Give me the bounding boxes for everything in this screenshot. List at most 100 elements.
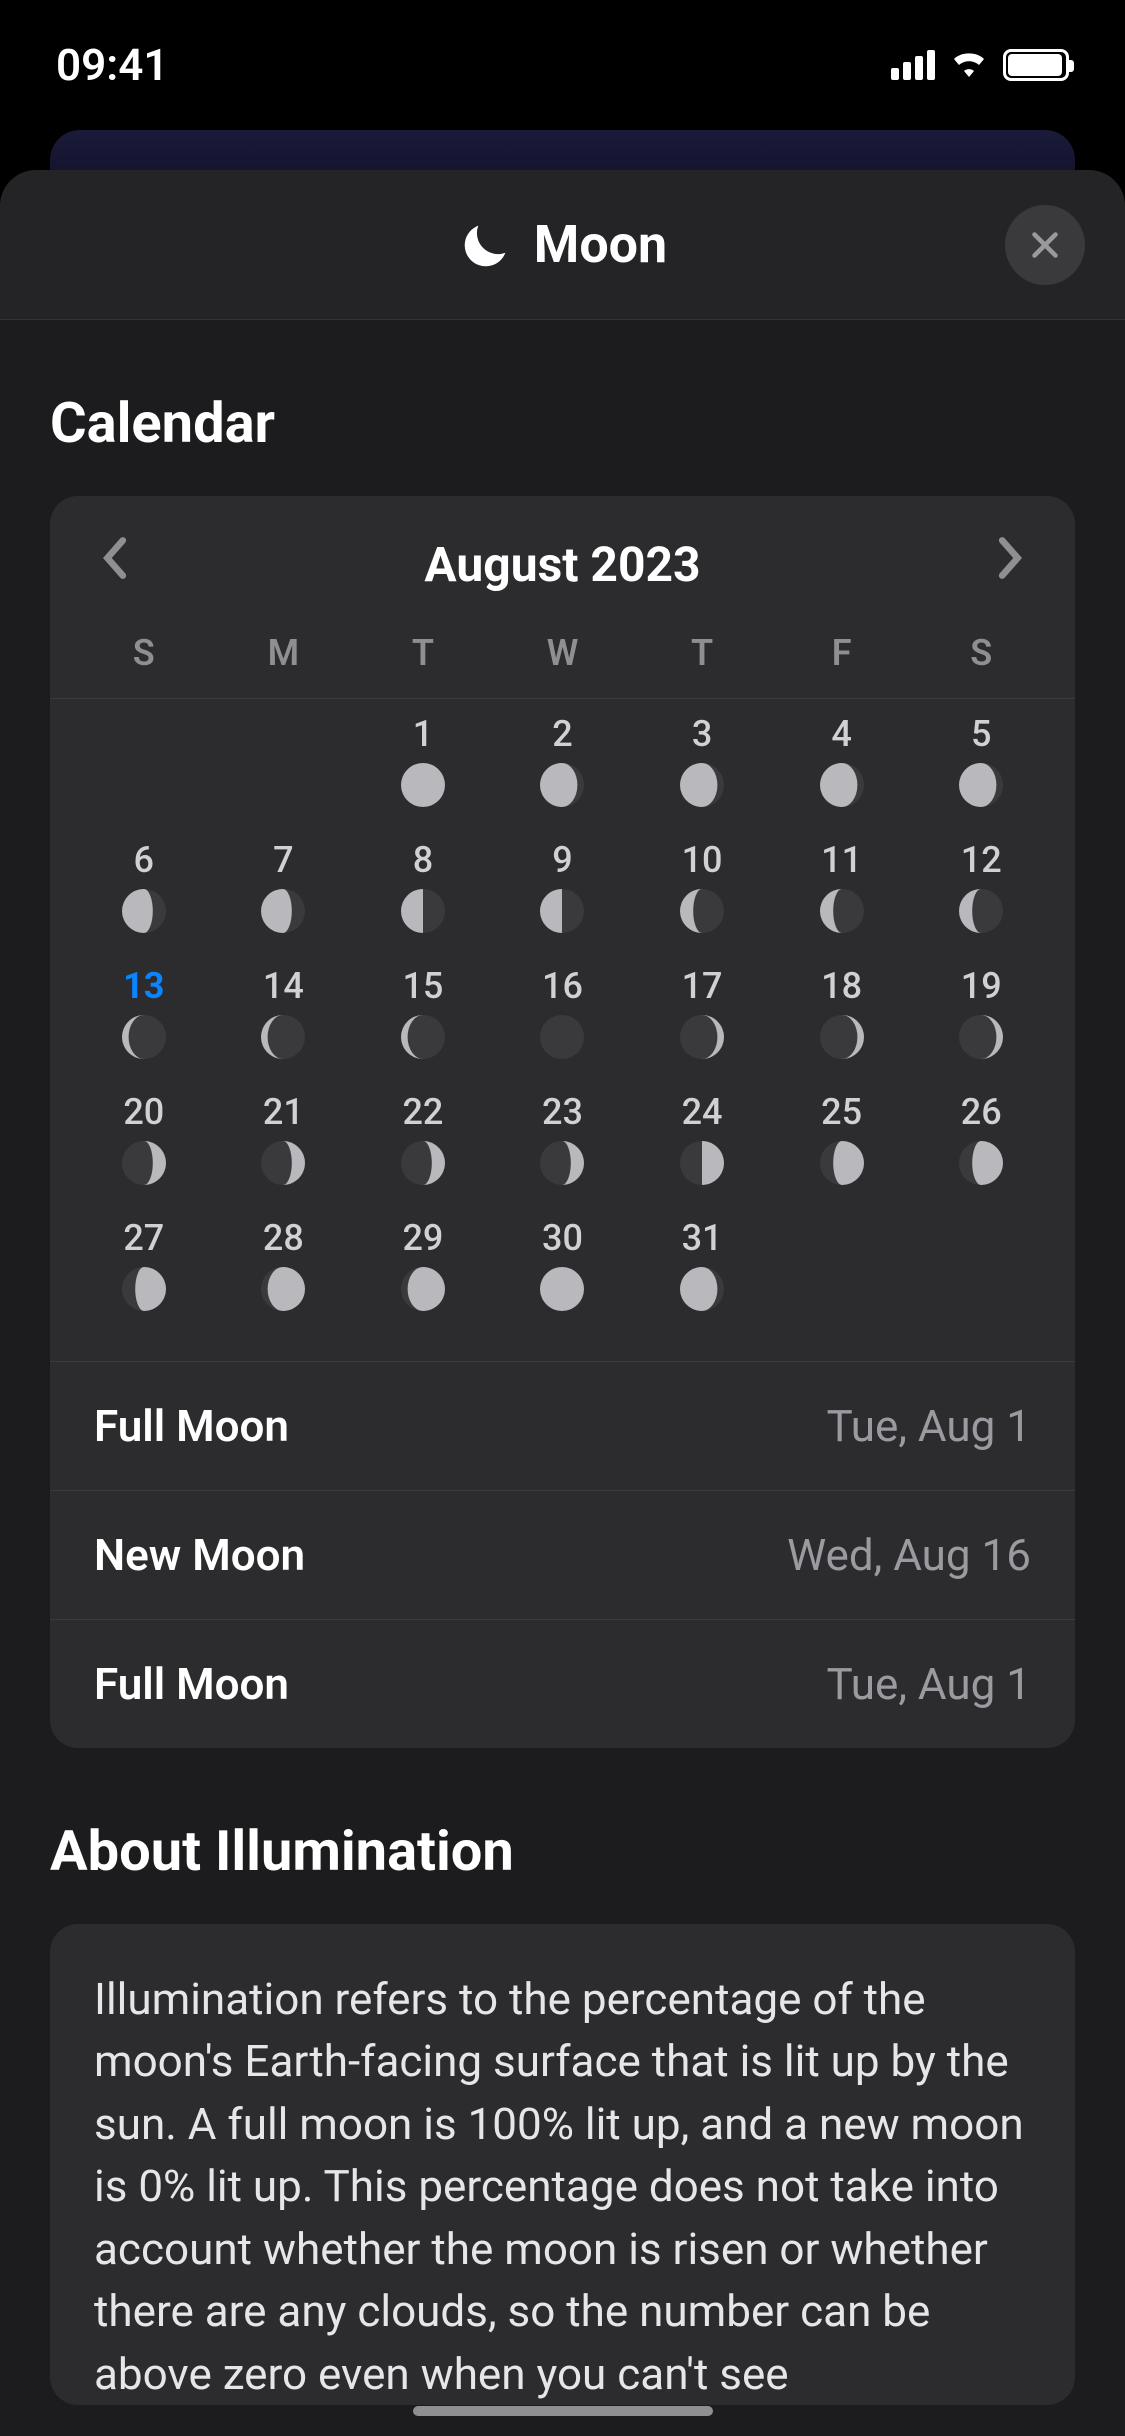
calendar-day[interactable]: 7: [214, 839, 354, 959]
status-bar: 09:41: [0, 0, 1125, 130]
weekday-label: S: [74, 632, 214, 674]
day-number: 3: [692, 713, 712, 755]
calendar-day[interactable]: 9: [493, 839, 633, 959]
calendar-day[interactable]: 26: [911, 1091, 1051, 1211]
moon-phase-icon: [957, 1139, 1005, 1187]
calendar-day[interactable]: 3: [632, 713, 772, 833]
event-label: New Moon: [94, 1529, 305, 1581]
close-icon: [1027, 227, 1063, 263]
moon-phase-icon: [120, 1013, 168, 1061]
moon-phase-icon: [957, 887, 1005, 935]
calendar-day[interactable]: 13: [74, 965, 214, 1085]
moon-phase-icon: [259, 1139, 307, 1187]
moon-phase-icon: [818, 1013, 866, 1061]
day-number: 7: [273, 839, 293, 881]
calendar-day[interactable]: 23: [493, 1091, 633, 1211]
day-number: 6: [134, 839, 154, 881]
calendar-day[interactable]: 10: [632, 839, 772, 959]
moon-sheet: Moon Calendar August 2023 SMTWTFS 12 3: [0, 170, 1125, 2436]
moon-event-row[interactable]: Full Moon Tue, Aug 1: [50, 1619, 1075, 1748]
day-number: 8: [413, 839, 433, 881]
event-label: Full Moon: [94, 1400, 289, 1452]
calendar-day[interactable]: 24: [632, 1091, 772, 1211]
about-card: Illumination refers to the percentage of…: [50, 1924, 1075, 2405]
day-number: 24: [682, 1091, 723, 1133]
calendar-day[interactable]: 12: [911, 839, 1051, 959]
moon-phase-icon: [678, 1139, 726, 1187]
calendar-day[interactable]: 17: [632, 965, 772, 1085]
day-number: 21: [263, 1091, 304, 1133]
moon-phase-icon: [399, 1139, 447, 1187]
calendar-day[interactable]: 25: [772, 1091, 912, 1211]
calendar-day[interactable]: 31: [632, 1217, 772, 1337]
about-section-title: About Illumination: [50, 1818, 1075, 1884]
calendar-day[interactable]: 28: [214, 1217, 354, 1337]
day-number: 19: [961, 965, 1002, 1007]
moon-phase-icon: [259, 887, 307, 935]
moon-event-row[interactable]: Full MoonTue, Aug 1: [50, 1362, 1075, 1490]
calendar-day[interactable]: 20: [74, 1091, 214, 1211]
day-number: 4: [831, 713, 851, 755]
calendar-day[interactable]: 18: [772, 965, 912, 1085]
calendar-day[interactable]: 21: [214, 1091, 354, 1211]
moon-events: Full Moon Tue, Aug 1 New MoonWed, Aug 16 Fu…: [50, 1361, 1075, 1748]
calendar-day[interactable]: 15: [353, 965, 493, 1085]
calendar-day[interactable]: 19: [911, 965, 1051, 1085]
moon-phase-icon: [259, 1265, 307, 1313]
moon-phase-icon: [678, 761, 726, 809]
calendar-card: August 2023 SMTWTFS 12 3 4 5 6 7: [50, 496, 1075, 1748]
moon-phase-icon: [120, 1265, 168, 1313]
cellular-icon: [891, 50, 935, 80]
home-indicator[interactable]: [413, 2406, 713, 2416]
about-text: Illumination refers to the percentage of…: [50, 1924, 1075, 2405]
moon-phase-icon: [678, 1013, 726, 1061]
day-number: 28: [263, 1217, 304, 1259]
calendar-day[interactable]: 5: [911, 713, 1051, 833]
calendar-day[interactable]: 2: [493, 713, 633, 833]
day-number: 22: [402, 1091, 443, 1133]
day-number: 26: [961, 1091, 1002, 1133]
moon-phase-icon: [399, 887, 447, 935]
day-number: 2: [552, 713, 572, 755]
calendar-day[interactable]: 29: [353, 1217, 493, 1337]
moon-phase-icon: [818, 887, 866, 935]
moon-event-row[interactable]: New MoonWed, Aug 16: [50, 1490, 1075, 1619]
calendar-day[interactable]: 27: [74, 1217, 214, 1337]
weekday-label: T: [353, 632, 493, 674]
moon-phase-icon: [538, 1013, 586, 1061]
calendar-day[interactable]: 14: [214, 965, 354, 1085]
weekday-label: W: [493, 632, 633, 674]
moon-phase-icon: [120, 887, 168, 935]
moon-phase-icon: [818, 761, 866, 809]
calendar-day[interactable]: 4: [772, 713, 912, 833]
moon-phase-icon: [259, 1013, 307, 1061]
day-number: 5: [971, 713, 991, 755]
event-label: Full Moon: [94, 1658, 289, 1710]
month-label: August 2023: [424, 536, 700, 593]
day-number: 23: [542, 1091, 583, 1133]
moon-phase-icon: [957, 1013, 1005, 1061]
calendar-grid: 12 3 4 5 6 7 8 9 10: [50, 699, 1075, 1361]
moon-phase-icon: [399, 1013, 447, 1061]
moon-phase-icon: [399, 761, 447, 809]
calendar-day[interactable]: 8: [353, 839, 493, 959]
calendar-day[interactable]: 1: [353, 713, 493, 833]
calendar-day[interactable]: 11: [772, 839, 912, 959]
day-number: 14: [263, 965, 304, 1007]
prev-month-button[interactable]: [86, 526, 142, 602]
moon-phase-icon: [678, 887, 726, 935]
sheet-title-group: Moon: [458, 214, 667, 275]
calendar-day[interactable]: 6: [74, 839, 214, 959]
calendar-day[interactable]: 16: [493, 965, 633, 1085]
next-month-button[interactable]: [983, 526, 1039, 602]
status-indicators: [891, 43, 1069, 87]
event-date: Tue, Aug 1: [827, 1658, 1031, 1710]
close-button[interactable]: [1005, 205, 1085, 285]
chevron-left-icon: [100, 536, 128, 580]
calendar-day[interactable]: 30: [493, 1217, 633, 1337]
calendar-day[interactable]: 22: [353, 1091, 493, 1211]
day-number: 10: [682, 839, 723, 881]
weekday-header: SMTWTFS: [50, 622, 1075, 699]
calendar-section-title: Calendar: [50, 390, 1075, 456]
calendar-day: [214, 713, 354, 833]
